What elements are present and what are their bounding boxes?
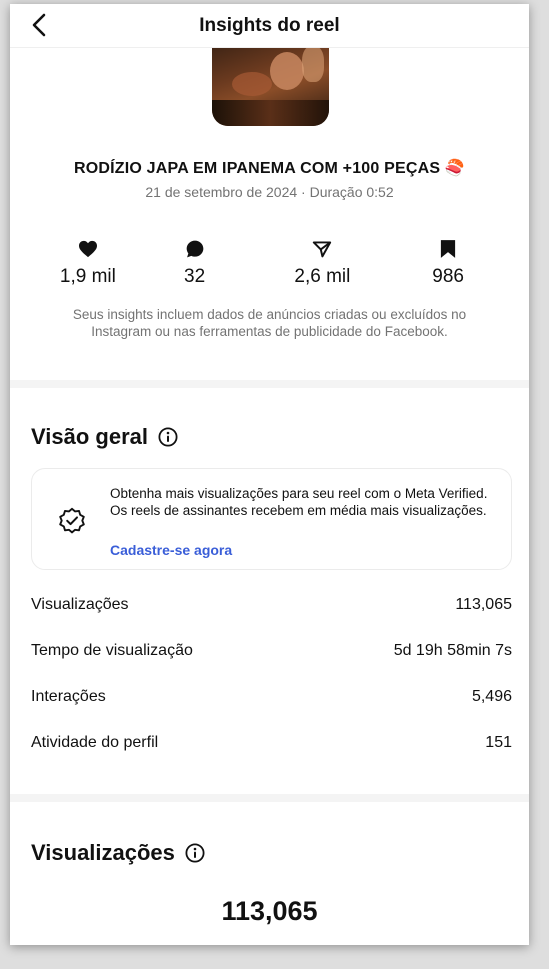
- send-icon: [313, 241, 332, 258]
- sign-up-link[interactable]: Cadastre-se agora: [110, 542, 232, 558]
- views-total: 113,065: [221, 896, 318, 926]
- engagement-stats: 1,9 mil 32 2,6 mil 986: [10, 238, 529, 288]
- heart-icon: [78, 240, 97, 258]
- promo-text: Obtenha mais visualizações para seu reel…: [110, 486, 488, 518]
- metric-value: 113,065: [455, 596, 512, 613]
- reel-date-duration: 21 de setembro de 2024 · Duração 0:52: [145, 184, 394, 200]
- overview-title: Visão geral: [31, 424, 148, 449]
- metric-label: Visualizações: [31, 596, 129, 613]
- section-divider: [10, 380, 529, 388]
- comments-stat: 32: [130, 238, 260, 288]
- bookmark-icon: [441, 240, 456, 258]
- views-heading: Visualizações: [31, 840, 205, 866]
- reel-title: RODÍZIO JAPA EM IPANEMA COM +100 PEÇAS 🍣: [73, 160, 466, 177]
- section-divider: [10, 794, 529, 802]
- metric-row-views: Visualizações 113,065: [31, 596, 512, 614]
- page-title: Insights do reel: [199, 14, 340, 36]
- metric-value: 5,496: [471, 688, 512, 705]
- info-icon: [158, 427, 178, 447]
- shares-stat: 2,6 mil: [258, 238, 388, 288]
- metric-label: Interações: [31, 688, 106, 705]
- chevron-left-icon: [32, 13, 46, 37]
- saves-stat: 986: [383, 238, 513, 288]
- metric-row-watch-time: Tempo de visualização 5d 19h 58min 7s: [31, 642, 512, 660]
- insights-disclaimer: Seus insights incluem dados de anúncios …: [72, 307, 467, 339]
- overview-heading: Visão geral: [31, 424, 178, 450]
- overview-info-button[interactable]: [158, 427, 178, 447]
- metric-value: 5d 19h 58min 7s: [393, 642, 512, 659]
- metric-label: Tempo de visualização: [31, 642, 193, 659]
- reel-insights-screen: Insights do reel RODÍZIO JAPA EM IPANEMA…: [10, 4, 529, 945]
- saves-count: 986: [432, 266, 464, 287]
- metric-row-interactions[interactable]: Interações 5,496: [31, 688, 512, 706]
- meta-verified-promo: Obtenha mais visualizações para seu reel…: [31, 468, 512, 570]
- views-info-button[interactable]: [185, 843, 205, 863]
- metric-label: Atividade do perfil: [31, 734, 159, 751]
- top-bar: Insights do reel: [10, 4, 529, 48]
- views-title: Visualizações: [31, 840, 175, 865]
- comment-icon: [186, 240, 203, 258]
- verified-badge-icon: [59, 507, 85, 534]
- shares-count: 2,6 mil: [294, 266, 351, 287]
- reel-thumbnail[interactable]: [212, 42, 329, 126]
- comments-count: 32: [184, 266, 206, 287]
- info-icon: [185, 843, 205, 863]
- metric-row-profile-activity[interactable]: Atividade do perfil 151: [31, 734, 512, 752]
- likes-count: 1,9 mil: [59, 266, 116, 287]
- back-button[interactable]: [24, 10, 54, 40]
- metric-value: 151: [485, 734, 512, 751]
